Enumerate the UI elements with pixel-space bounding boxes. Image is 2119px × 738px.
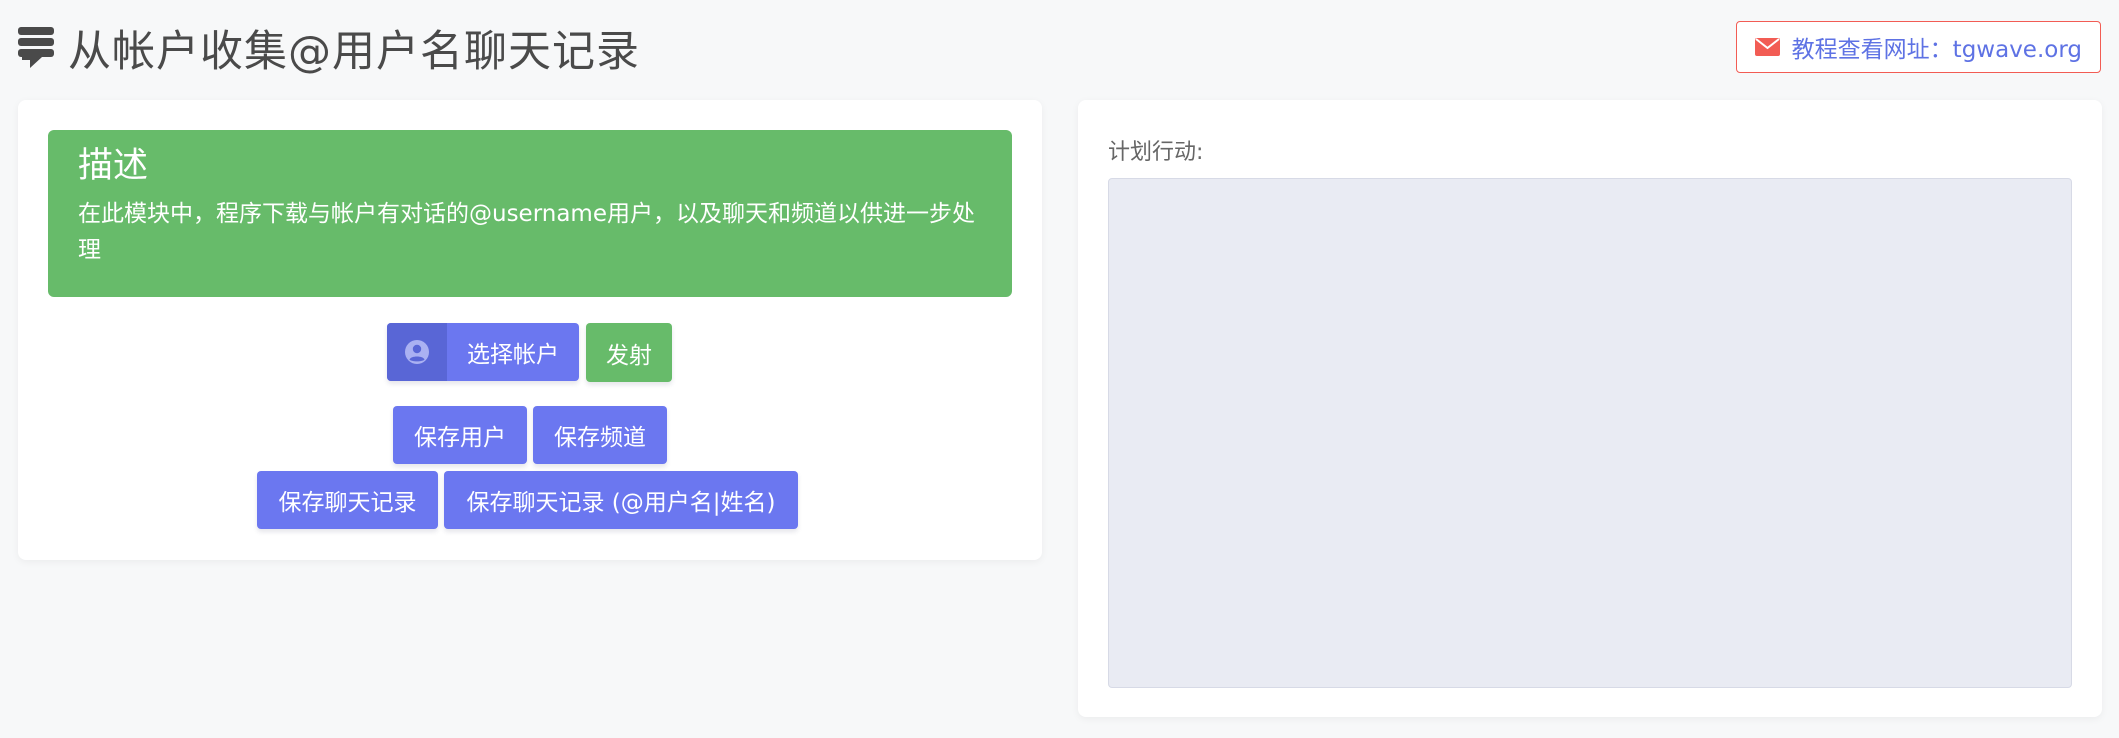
plan-textarea[interactable] — [1108, 178, 2072, 688]
save-users-button[interactable]: 保存用户 — [393, 406, 527, 464]
tutorial-link-button[interactable]: 教程查看网址：tgwave.org — [1735, 21, 2101, 73]
envelope-icon — [1754, 38, 1780, 56]
save-chats-button[interactable]: 保存聊天记录 — [257, 471, 438, 529]
plan-card: 计划行动: — [1078, 100, 2102, 717]
plan-label: 计划行动: — [1108, 140, 1204, 165]
comment-list-icon — [18, 27, 54, 69]
page-title: 从帐户收集@用户名聊天记录 — [68, 27, 640, 77]
page-header: 从帐户收集@用户名聊天记录 — [18, 18, 640, 78]
description-heading: 描述 — [78, 146, 149, 186]
save-channels-button[interactable]: 保存频道 — [533, 406, 667, 464]
save-chats-named-button[interactable]: 保存聊天记录 (@用户名|姓名) — [444, 471, 798, 529]
user-circle-icon — [387, 323, 447, 381]
tutorial-link-label: 教程查看网址：tgwave.org — [1791, 37, 2082, 63]
description-text: 在此模块中，程序下载与帐户有对话的@username用户，以及聊天和频道以供进一… — [78, 201, 975, 263]
description-panel: 描述 在此模块中，程序下载与帐户有对话的@username用户，以及聊天和频道以… — [48, 130, 1012, 297]
select-account-button[interactable]: 选择帐户 — [387, 323, 579, 381]
select-account-label: 选择帐户 — [467, 342, 559, 368]
module-card: 描述 在此模块中，程序下载与帐户有对话的@username用户，以及聊天和频道以… — [18, 100, 1042, 560]
launch-button[interactable]: 发射 — [586, 323, 672, 382]
